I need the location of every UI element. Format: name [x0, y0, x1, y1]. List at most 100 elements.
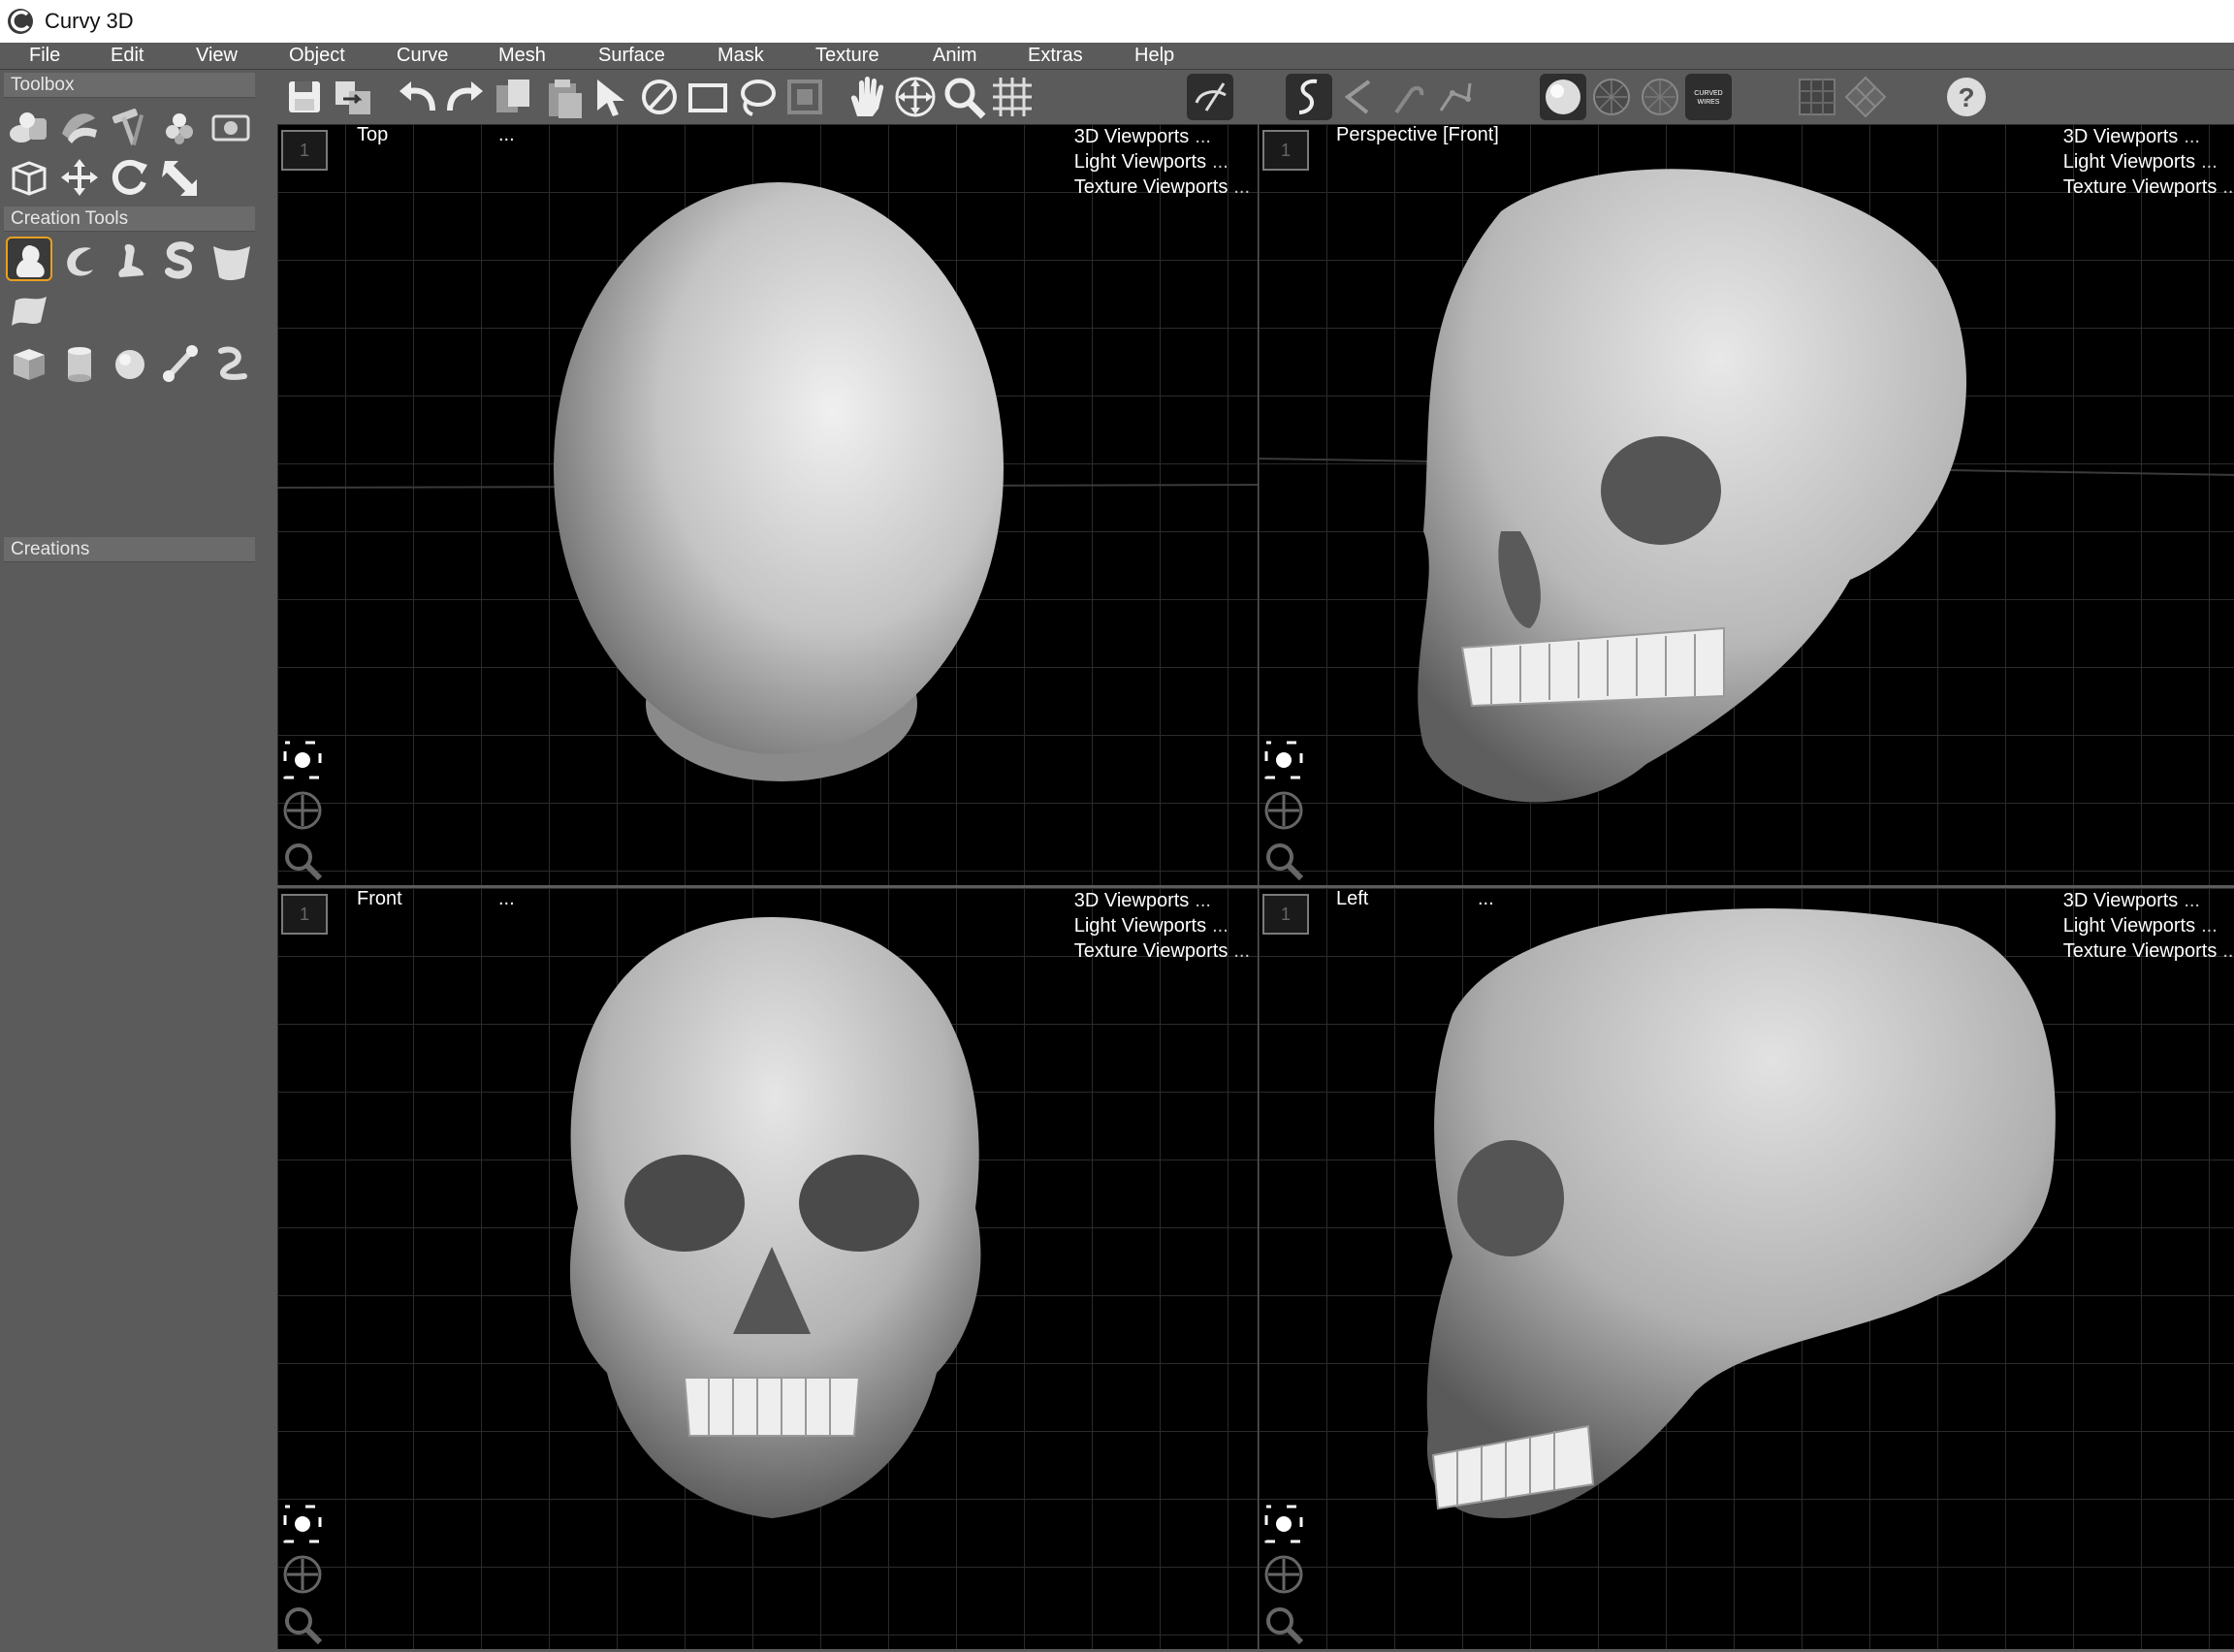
curl-shape-icon[interactable]: [56, 238, 103, 283]
zoom-view-icon[interactable]: [279, 838, 326, 884]
link-texture-viewports[interactable]: Texture Viewports...: [1074, 938, 1250, 964]
viewport-name: Left: [1336, 888, 1369, 909]
link-light-viewports[interactable]: Light Viewports...: [2063, 913, 2234, 938]
viewport-number[interactable]: 1: [281, 130, 328, 171]
pan-view-icon[interactable]: [1261, 787, 1307, 834]
menu-help[interactable]: Help: [1134, 43, 1174, 69]
viewport-top[interactable]: 1 Top ... 3D Viewports... Light Viewport…: [277, 124, 1258, 885]
bucket-shape-icon[interactable]: [207, 238, 254, 283]
creation-tools-header[interactable]: Creation Tools: [4, 206, 255, 232]
pan-hand-icon[interactable]: [844, 74, 890, 120]
bone-icon[interactable]: [157, 341, 204, 386]
paste-icon[interactable]: [539, 74, 586, 120]
link-3d-viewports[interactable]: 3D Viewports...: [2063, 888, 2234, 913]
viewport-options[interactable]: ...: [498, 124, 515, 146]
rect-select-icon[interactable]: [685, 74, 731, 120]
viewport-number[interactable]: 1: [1262, 894, 1309, 935]
menu-mask[interactable]: Mask: [718, 43, 764, 69]
scale-icon[interactable]: [157, 155, 204, 200]
menu-anim[interactable]: Anim: [933, 43, 977, 69]
orbit-icon[interactable]: [1261, 737, 1307, 783]
menu-surface[interactable]: Surface: [598, 43, 665, 69]
viewport-options[interactable]: ...: [498, 888, 515, 910]
viewport-front[interactable]: 1 Front ... 3D Viewports... Light Viewpo…: [277, 888, 1258, 1649]
zoom-icon[interactable]: [941, 74, 987, 120]
link-texture-viewports[interactable]: Texture Viewports...: [1074, 175, 1250, 200]
wire-sphere-icon[interactable]: [1637, 74, 1683, 120]
hammer-icon[interactable]: [107, 105, 153, 149]
cube-box-icon[interactable]: [6, 155, 52, 200]
camera-icon[interactable]: [207, 105, 254, 149]
menu-object[interactable]: Object: [289, 43, 345, 69]
pan-view-icon[interactable]: [1261, 1551, 1307, 1598]
menu-view[interactable]: View: [196, 43, 238, 69]
sheet-shape-icon[interactable]: [6, 289, 52, 334]
viewport-perspective[interactable]: 1 Perspective [Front] 3D Viewports... Li…: [1259, 124, 2234, 885]
redo-icon[interactable]: [442, 74, 489, 120]
deselect-icon[interactable]: [636, 74, 683, 120]
objects-icon[interactable]: [6, 105, 52, 149]
wireframe-sphere-icon[interactable]: [1588, 74, 1635, 120]
s-shape-icon[interactable]: [157, 238, 204, 283]
cylinder-icon[interactable]: [56, 341, 103, 386]
help-icon[interactable]: ?: [1943, 74, 1990, 120]
zoom-view-icon[interactable]: [279, 1602, 326, 1648]
link-3d-viewports[interactable]: 3D Viewports...: [2063, 124, 2234, 149]
move-view-icon[interactable]: [892, 74, 939, 120]
curve-draw-icon[interactable]: [1286, 74, 1332, 120]
toolbox-header[interactable]: Toolbox: [4, 73, 255, 98]
menu-curve[interactable]: Curve: [397, 43, 448, 69]
move-icon[interactable]: [56, 155, 103, 200]
viewport-name: Top: [357, 124, 389, 145]
zoom-view-icon[interactable]: [1261, 838, 1307, 884]
save-icon[interactable]: [281, 74, 328, 120]
viewport-options[interactable]: ...: [1478, 888, 1494, 910]
cube-icon[interactable]: [6, 341, 52, 386]
sphere-icon[interactable]: [107, 341, 153, 386]
diamond-view-icon[interactable]: [1842, 74, 1889, 120]
export-icon[interactable]: [330, 74, 376, 120]
link-light-viewports[interactable]: Light Viewports...: [1074, 149, 1250, 175]
snap-icon[interactable]: [1187, 74, 1233, 120]
flat-view-icon[interactable]: [1794, 74, 1840, 120]
select-arrow-icon[interactable]: [588, 74, 634, 120]
undo-icon[interactable]: [394, 74, 440, 120]
zoom-view-icon[interactable]: [1261, 1602, 1307, 1648]
leg-shape-icon[interactable]: [107, 238, 153, 283]
viewport-number[interactable]: 1: [1262, 130, 1309, 171]
link-3d-viewports[interactable]: 3D Viewports...: [1074, 888, 1250, 913]
link-light-viewports[interactable]: Light Viewports...: [1074, 913, 1250, 938]
curve-hook-icon[interactable]: [1383, 74, 1429, 120]
viewport-number[interactable]: 1: [281, 894, 328, 935]
orbit-icon[interactable]: [279, 1501, 326, 1547]
orbit-icon[interactable]: [279, 737, 326, 783]
mask-select-icon[interactable]: [782, 74, 828, 120]
title-bar: Curvy 3D: [0, 0, 2234, 43]
pan-view-icon[interactable]: [279, 787, 326, 834]
menu-extras[interactable]: Extras: [1028, 43, 1083, 69]
curve-edit-icon[interactable]: [1431, 74, 1478, 120]
copy-icon[interactable]: [491, 74, 537, 120]
curved-wires-icon[interactable]: CURVED WIRES: [1685, 74, 1732, 120]
grid-icon[interactable]: [989, 74, 1036, 120]
creations-header[interactable]: Creations: [4, 537, 255, 562]
link-light-viewports[interactable]: Light Viewports...: [2063, 149, 2234, 175]
curve-open-icon[interactable]: [1334, 74, 1381, 120]
link-3d-viewports[interactable]: 3D Viewports...: [1074, 124, 1250, 149]
link-texture-viewports[interactable]: Texture Viewports...: [2063, 938, 2234, 964]
viewport-left[interactable]: 1 Left ... 3D Viewports... Light Viewpor…: [1259, 888, 2234, 1649]
ribbon-icon[interactable]: [56, 105, 103, 149]
rotate-icon[interactable]: [107, 155, 153, 200]
menu-texture[interactable]: Texture: [815, 43, 879, 69]
menu-edit[interactable]: Edit: [111, 43, 144, 69]
blob-shape-icon[interactable]: [6, 237, 52, 281]
tube-icon[interactable]: [207, 341, 254, 386]
shaded-sphere-icon[interactable]: [1540, 74, 1586, 120]
lasso-select-icon[interactable]: [733, 74, 780, 120]
menu-mesh[interactable]: Mesh: [498, 43, 546, 69]
spheres-icon[interactable]: [157, 105, 204, 149]
pan-view-icon[interactable]: [279, 1551, 326, 1598]
orbit-icon[interactable]: [1261, 1501, 1307, 1547]
link-texture-viewports[interactable]: Texture Viewports...: [2063, 175, 2234, 200]
menu-file[interactable]: File: [29, 43, 60, 69]
